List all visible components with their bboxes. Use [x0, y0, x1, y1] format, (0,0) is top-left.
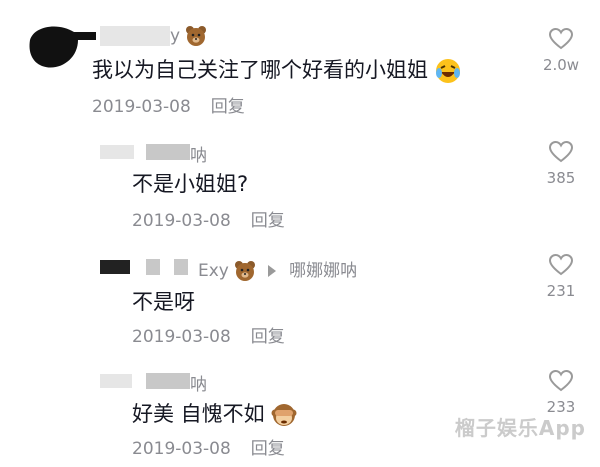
- heart-outline-icon: [549, 370, 573, 392]
- comment-date: 2019-03-08: [92, 97, 191, 117]
- username[interactable]: 呐: [190, 370, 207, 395]
- comment-text: 好美 自愧不如: [132, 402, 265, 426]
- bear-emoji-icon: [186, 26, 207, 46]
- see-no-evil-monkey-emoji-icon: [271, 404, 297, 426]
- comment-text: 不是小姐姐?: [132, 172, 249, 196]
- comment-text: 我以为自己关注了哪个好看的小姐姐: [92, 58, 428, 82]
- comment-date: 2019-03-08: [132, 211, 231, 231]
- reply-button[interactable]: 回复: [251, 327, 285, 347]
- heart-outline-icon: [549, 28, 573, 50]
- avatar[interactable]: [28, 22, 98, 72]
- reply-button[interactable]: 回复: [211, 97, 245, 117]
- avatar[interactable]: [100, 374, 132, 388]
- like-count: 231: [546, 282, 576, 300]
- watermark: 榴子娱乐App: [454, 416, 586, 440]
- reply-button[interactable]: 回复: [251, 439, 285, 459]
- comment-1: y 我以为自己关注了哪个好看的小姐姐 2019-03-08 回复 2.0w: [0, 0, 600, 125]
- reply-button[interactable]: 回复: [251, 211, 285, 231]
- comment-date: 2019-03-08: [132, 327, 231, 347]
- like-button[interactable]: 385: [531, 141, 591, 187]
- like-count: 2.0w: [542, 56, 580, 74]
- username[interactable]: y: [170, 25, 207, 47]
- reply-to-username[interactable]: 哪娜娜呐: [289, 261, 357, 281]
- avatar[interactable]: [100, 260, 130, 274]
- like-button[interactable]: 231: [531, 254, 591, 300]
- comment-2: 呐 不是小姐姐? 2019-03-08 回复 385: [0, 125, 600, 240]
- like-count: 385: [546, 169, 576, 187]
- crying-laughing-emoji-icon: [435, 59, 460, 83]
- like-button[interactable]: 233: [531, 370, 591, 416]
- play-arrow-icon: [267, 265, 276, 277]
- comment-3: Exy 哪娜娜呐 不是呀 2019-03-08 回复 231: [0, 240, 600, 352]
- comment-text: 不是呀: [132, 290, 195, 314]
- avatar[interactable]: [100, 145, 134, 159]
- comment-date: 2019-03-08: [132, 439, 231, 459]
- bear-emoji-icon: [235, 261, 256, 281]
- heart-outline-icon: [549, 254, 573, 276]
- like-button[interactable]: 2.0w: [531, 28, 591, 74]
- comment-4: 呐 好美 自愧不如 2019-03-08 回复 233: [0, 352, 600, 467]
- username[interactable]: 呐: [190, 141, 207, 166]
- username[interactable]: Exy 哪娜娜呐: [198, 256, 357, 282]
- heart-outline-icon: [549, 141, 573, 163]
